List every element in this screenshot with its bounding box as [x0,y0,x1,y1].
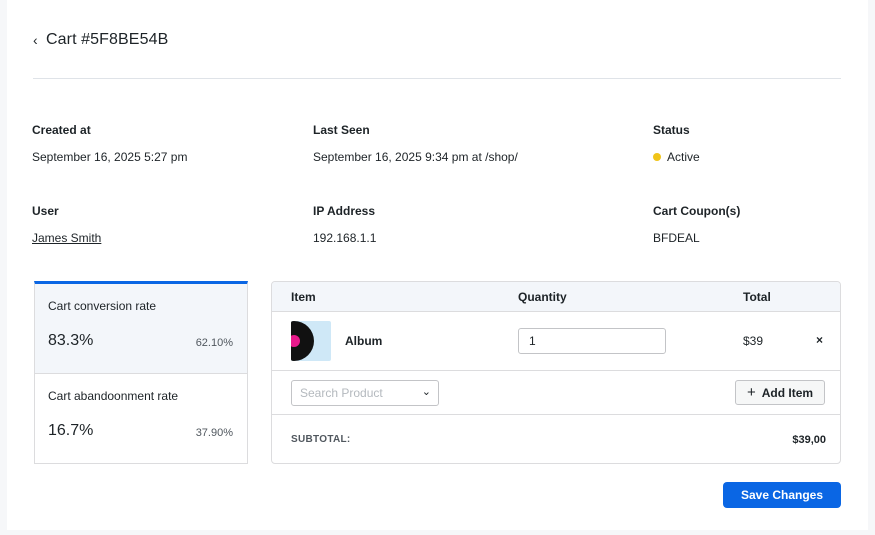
status-dot-icon [653,153,661,161]
conversion-rate-stat: Cart conversion rate 83.3% 62.10% [35,284,247,374]
chevron-down-icon: ⌄ [421,386,431,398]
created-at-field: Created at September 16, 2025 5:27 pm [32,123,187,164]
last-seen-field: Last Seen September 16, 2025 9:34 pm at … [313,123,518,164]
page-title: Cart #5F8BE54B [46,31,169,48]
ip-label: IP Address [313,204,376,218]
abandonment-rate-stat: Cart abandoonment rate 16.7% 37.90% [35,374,247,464]
add-item-label: Add Item [761,385,814,400]
add-item-button[interactable]: + Add Item [735,380,825,405]
user-link[interactable]: James Smith [32,231,101,245]
status-label: Status [653,123,690,137]
add-product-row: Search Product ⌄ + Add Item [272,371,840,415]
subtotal-row: SUBTOTAL: $39,00 [272,415,840,463]
conversion-rate-label: Cart conversion rate [48,299,157,313]
remove-item-icon[interactable]: × [816,333,823,347]
status-badge: Active [653,150,700,164]
ip-value: 192.168.1.1 [313,231,377,245]
table-row: Album $39 × [272,312,840,371]
plus-icon: + [746,383,756,401]
quantity-input[interactable] [518,328,666,354]
column-header-item: Item [291,290,316,304]
save-changes-button[interactable]: Save Changes [723,482,841,508]
created-at-value: September 16, 2025 5:27 pm [32,150,188,164]
header-divider [33,78,841,79]
abandonment-rate-percent: 37.90% [195,427,233,439]
item-total: $39 [743,334,764,348]
cart-items-table: Item Quantity Total Album $39 × Search P… [271,281,841,464]
abandonment-rate-value: 16.7% [48,422,94,439]
search-product-select[interactable]: Search Product ⌄ [291,380,439,406]
table-header: Item Quantity Total [272,282,840,312]
search-product-placeholder: Search Product [300,386,383,400]
status-value: Active [667,150,700,164]
vinyl-record-icon [291,321,331,361]
column-header-total: Total [743,290,771,304]
coupon-field: Cart Coupon(s) BFDEAL [653,204,740,245]
ip-field: IP Address 192.168.1.1 [313,204,376,245]
cart-stats-card: Cart conversion rate 83.3% 62.10% Cart a… [34,281,248,464]
user-label: User [32,204,59,218]
conversion-rate-value: 83.3% [48,332,94,349]
subtotal-label: SUBTOTAL: [291,434,351,445]
last-seen-value: September 16, 2025 9:34 pm at /shop/ [313,150,518,164]
subtotal-value: $39,00 [792,434,826,446]
chevron-left-icon[interactable]: ‹ [33,30,46,50]
status-field: Status Active [653,123,700,164]
abandonment-rate-label: Cart abandoonment rate [48,389,179,403]
created-at-label: Created at [32,123,91,137]
page-header: ‹ Cart #5F8BE54B [33,30,168,50]
conversion-rate-percent: 62.10% [195,337,233,349]
item-name: Album [345,334,383,348]
coupon-label: Cart Coupon(s) [653,204,741,218]
coupon-value: BFDEAL [653,231,700,245]
user-field: User James Smith [32,204,101,245]
column-header-quantity: Quantity [518,290,567,304]
last-seen-label: Last Seen [313,123,370,137]
